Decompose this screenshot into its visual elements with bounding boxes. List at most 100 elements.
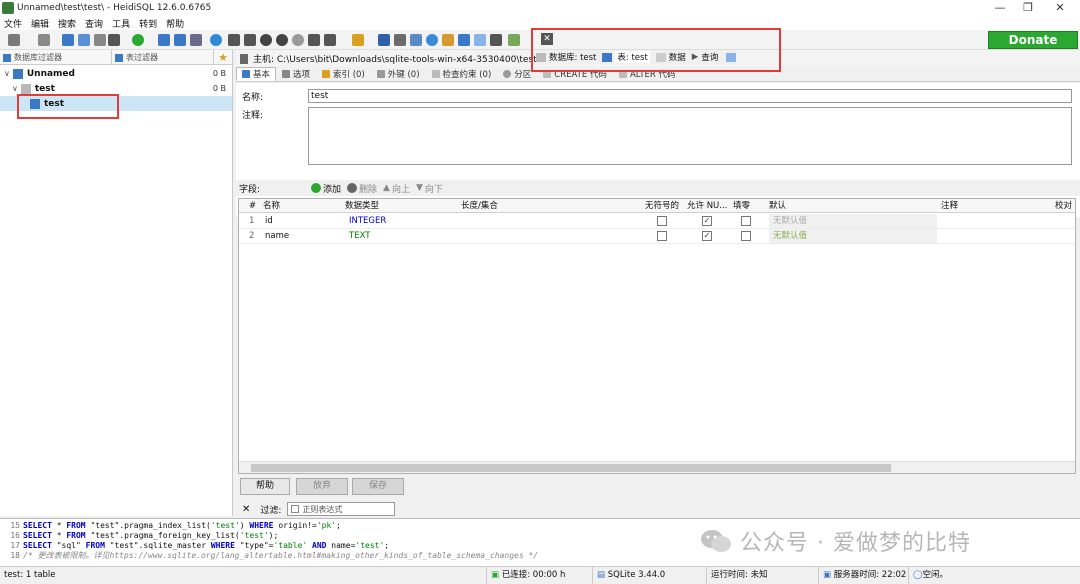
sql-text: SELECT "sql" FROM "test".sqlite_master W… [23,541,390,550]
header-allow-null[interactable]: 允许 NU... [687,199,729,213]
header-default[interactable]: 默认 [769,199,786,213]
close-window-button[interactable]: ✕ [1040,0,1080,16]
editor-buttons: 帮助 放弃 保存 [236,478,1080,496]
menu-search[interactable]: 搜索 [58,17,76,30]
tab-foreign-keys[interactable]: 外键 (0) [371,67,426,81]
header-collation[interactable]: 校对 [1055,199,1072,213]
tab-database[interactable]: 数据库: test [549,51,596,63]
add-record-icon[interactable] [260,34,272,46]
header-length[interactable]: 长度/集合 [461,199,498,213]
menu-help[interactable]: 帮助 [166,17,184,30]
toggle-filter-icon[interactable] [458,34,470,46]
new-query-tab-icon[interactable] [726,52,737,62]
row-datatype[interactable]: INTEGER [349,214,386,228]
header-comment[interactable]: 注释 [941,199,958,213]
open-file-icon[interactable] [352,34,364,46]
zerofill-checkbox[interactable] [741,216,751,226]
row-datatype[interactable]: TEXT [349,229,370,243]
save-file-icon[interactable] [378,34,390,46]
menu-goto[interactable]: 转到 [139,17,157,30]
export-icon[interactable] [158,34,170,46]
word-wrap-icon[interactable] [490,34,502,46]
favorite-star-icon[interactable]: ★ [214,50,232,65]
horizontal-scrollbar[interactable] [239,461,1075,473]
help-icon[interactable] [210,34,222,46]
allow-null-checkbox[interactable]: ✓ [702,216,712,226]
disconnect-icon[interactable] [38,34,50,46]
donate-button[interactable]: Donate [988,31,1078,49]
header-datatype[interactable]: 数据类型 [345,199,379,213]
run-query-icon[interactable] [324,34,336,46]
header-unsigned[interactable]: 无符号的 [645,199,679,213]
binary-view-icon[interactable] [474,34,486,46]
tab-indexes[interactable]: 索引 (0) [316,67,371,81]
table-comment-textarea[interactable] [308,107,1072,165]
paste-icon[interactable] [78,34,90,46]
last-record-icon[interactable] [244,34,256,46]
undo-icon[interactable] [94,34,106,46]
save-button[interactable]: 保存 [352,478,404,495]
row-default[interactable]: 无默认值 [769,229,937,243]
unsigned-checkbox[interactable] [657,216,667,226]
print-icon[interactable] [108,34,120,46]
columns-grid: # 名称 数据类型 长度/集合 无符号的 允许 NU... 填零 默认 注释 校… [238,198,1076,474]
row-name[interactable]: id [265,214,273,228]
collapse-chevron-icon[interactable]: ∨ [4,69,10,78]
save-snippet-icon[interactable] [394,34,406,46]
tree-node-table[interactable]: test [0,96,232,111]
tab-basic[interactable]: 基本 [236,67,277,81]
table-name-input[interactable]: test [308,89,1072,103]
post-record-icon[interactable] [292,34,304,46]
help-button[interactable]: 帮助 [240,478,290,495]
unsigned-checkbox[interactable] [657,231,667,241]
host-tab[interactable]: 主机: C:\Users\bit\Downloads\sqlite-tools-… [253,52,551,65]
find-icon[interactable] [426,34,438,46]
move-down-button[interactable]: 向下 [425,182,443,195]
menu-file[interactable]: 文件 [4,17,22,30]
first-record-icon[interactable] [228,34,240,46]
scrollbar-thumb[interactable] [251,464,891,472]
discard-button[interactable]: 放弃 [296,478,348,495]
delete-field-button[interactable]: 删除 [359,182,377,195]
remove-record-icon[interactable] [276,34,288,46]
allow-null-checkbox[interactable]: ✓ [702,231,712,241]
table-filter-input[interactable]: 表过滤器 [112,50,214,65]
database-filter-input[interactable]: 数据库过滤器 [0,50,112,65]
tree-node-database[interactable]: ∨ test 0 B [0,81,232,96]
import-icon[interactable] [174,34,186,46]
tree-node-session[interactable]: ∨ Unnamed 0 B [0,66,232,81]
zerofill-checkbox[interactable] [741,231,751,241]
add-field-button[interactable]: 添加 [323,182,341,195]
move-up-button[interactable]: 向上 [392,182,410,195]
header-name[interactable]: 名称 [263,199,280,213]
sync-icon[interactable] [190,34,202,46]
collapse-chevron-icon[interactable]: ∨ [12,84,18,93]
row-default[interactable]: 无默认值 [769,214,937,228]
tab-table[interactable]: 表: test [615,51,650,63]
tab-check-constraints[interactable]: 检查约束 (0) [426,67,498,81]
explain-icon[interactable] [508,34,520,46]
close-filter-icon[interactable]: ✕ [242,504,250,515]
copy-icon[interactable] [62,34,74,46]
format-sql-icon[interactable] [442,34,454,46]
load-snippet-icon[interactable] [410,34,422,46]
row-name[interactable]: name [265,229,289,243]
tab-data[interactable]: 数据 [669,51,686,63]
cancel-record-icon[interactable] [308,34,320,46]
tab-create-code[interactable]: CREATE 代码 [537,67,613,81]
tab-partitions[interactable]: 分区 [497,67,537,81]
tab-alter-code[interactable]: ALTER 代码 [613,67,682,81]
menu-query[interactable]: 查询 [85,17,103,30]
header-num[interactable]: # [249,199,256,213]
header-zerofill[interactable]: 填零 [733,199,750,213]
regex-filter-input[interactable]: 正则表达式 [287,502,396,516]
refresh-icon[interactable] [132,34,144,46]
close-tab-icon[interactable]: ✕ [541,33,553,45]
menu-edit[interactable]: 编辑 [31,17,49,30]
tab-query[interactable]: 查询 [701,51,718,63]
menu-tools[interactable]: 工具 [112,17,130,30]
table-row[interactable]: 1 id INTEGER ✓ 无默认值 [239,214,1075,229]
tab-options[interactable]: 选项 [276,67,316,81]
session-manager-icon[interactable] [8,34,20,46]
table-row[interactable]: 2 name TEXT ✓ 无默认值 [239,229,1075,244]
